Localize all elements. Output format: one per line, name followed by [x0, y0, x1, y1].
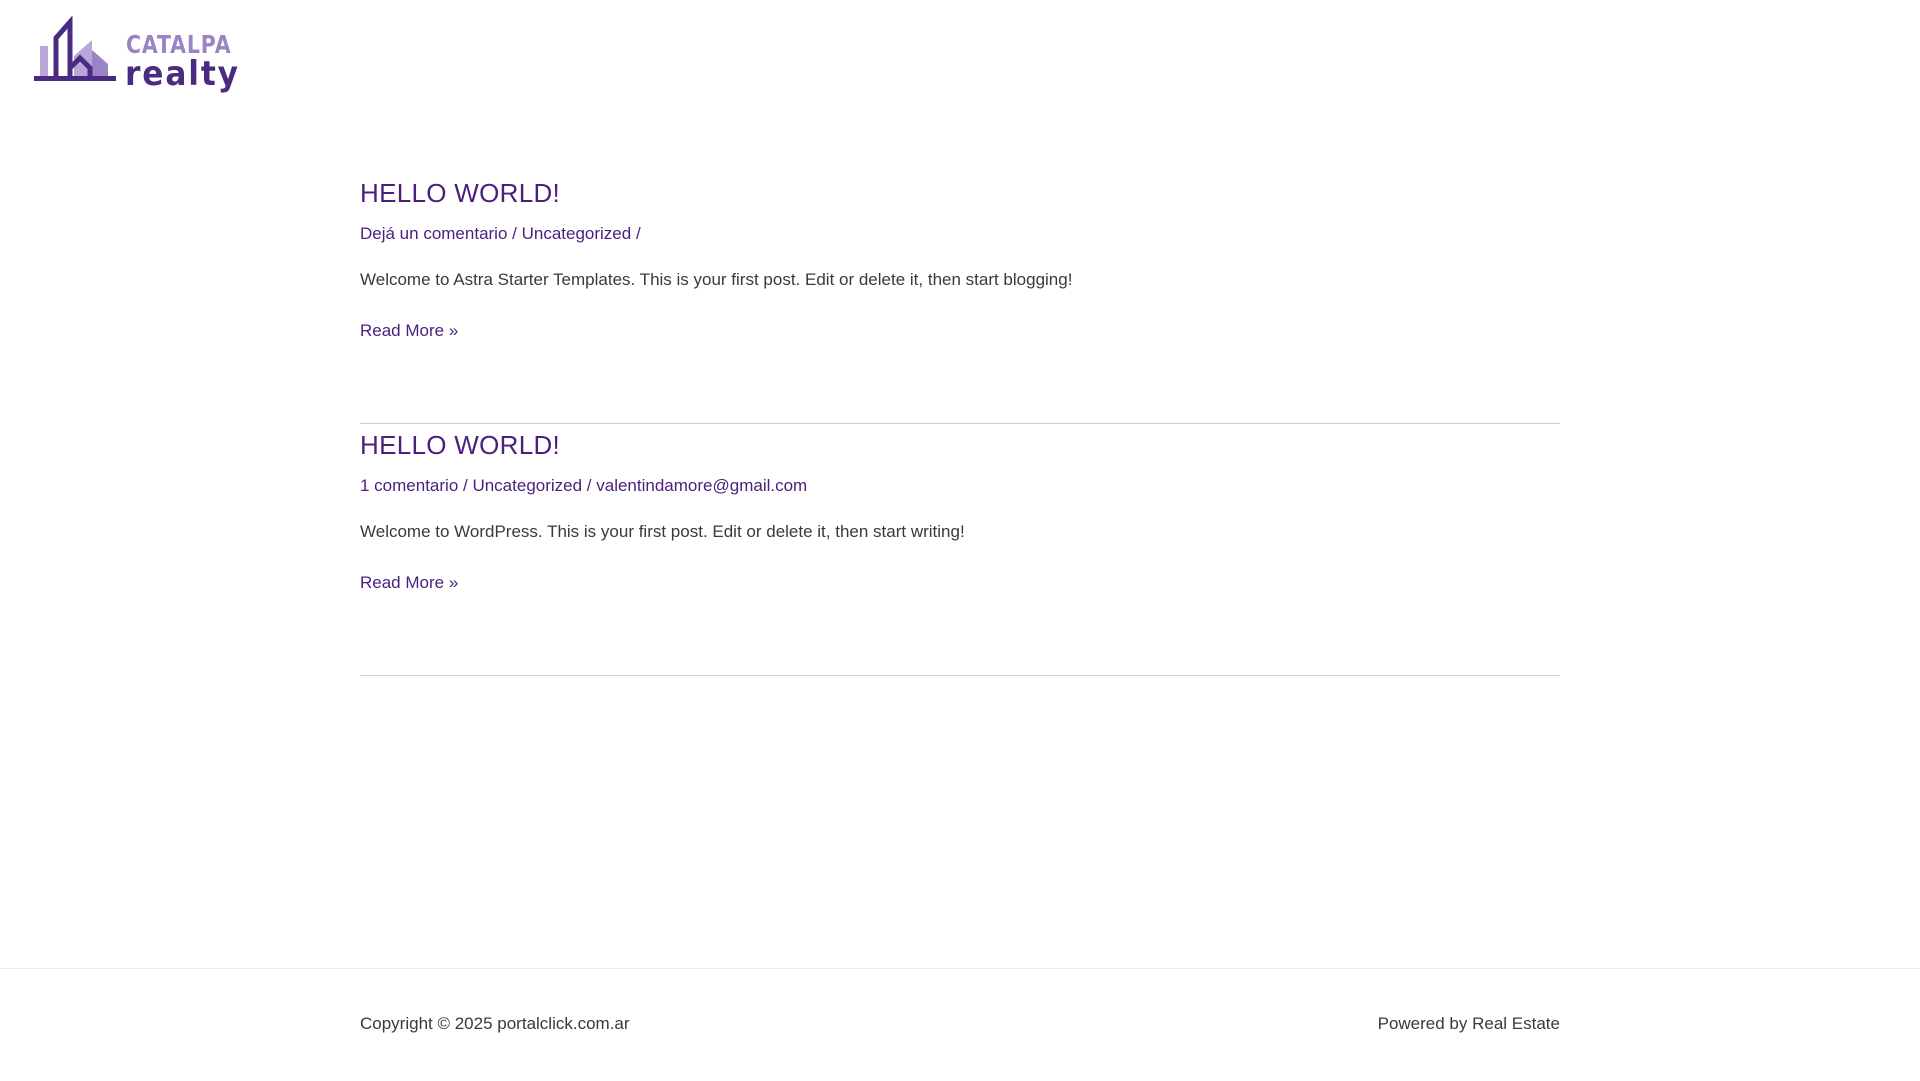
- post-excerpt: Welcome to Astra Starter Templates. This…: [360, 270, 1073, 289]
- post-meta: Dejá un comentario / Uncategorized /: [360, 224, 641, 244]
- post-category-link[interactable]: Uncategorized: [472, 476, 582, 495]
- site-logo[interactable]: CATALPA realty: [34, 16, 238, 94]
- read-more-link[interactable]: Read More »: [360, 321, 458, 341]
- post-item: HELLO WORLD! Dejá un comentario / Uncate…: [360, 172, 1560, 424]
- post-title-link[interactable]: HELLO WORLD!: [360, 430, 560, 461]
- footer-copyright: Copyright © 2025 portalclick.com.ar: [360, 1014, 630, 1033]
- building-logo-icon: [34, 16, 116, 81]
- post-item: HELLO WORLD! 1 comentario / Uncategorize…: [360, 424, 1560, 676]
- post-meta: 1 comentario / Uncategorized / valentind…: [360, 476, 807, 496]
- post-list: HELLO WORLD! Dejá un comentario / Uncate…: [360, 172, 1560, 676]
- meta-separator: /: [507, 224, 522, 243]
- read-more-link[interactable]: Read More »: [360, 573, 458, 593]
- logo-wordmark-bottom: realty: [125, 54, 240, 94]
- meta-separator: /: [582, 476, 597, 495]
- post-comments-link[interactable]: 1 comentario: [360, 476, 458, 495]
- meta-separator: /: [631, 224, 641, 243]
- site-header: CATALPA realty: [0, 0, 1920, 110]
- post-category-link[interactable]: Uncategorized: [522, 224, 632, 243]
- post-author-link[interactable]: valentindamore@gmail.com: [596, 476, 807, 495]
- post-comments-link[interactable]: Dejá un comentario: [360, 224, 507, 243]
- footer-powered-by: Powered by Real Estate: [1377, 1014, 1560, 1033]
- meta-separator: /: [458, 476, 473, 495]
- post-title-link[interactable]: HELLO WORLD!: [360, 178, 560, 209]
- post-excerpt: Welcome to WordPress. This is your first…: [360, 522, 965, 541]
- site-footer: Copyright © 2025 portalclick.com.ar Powe…: [0, 968, 1920, 1081]
